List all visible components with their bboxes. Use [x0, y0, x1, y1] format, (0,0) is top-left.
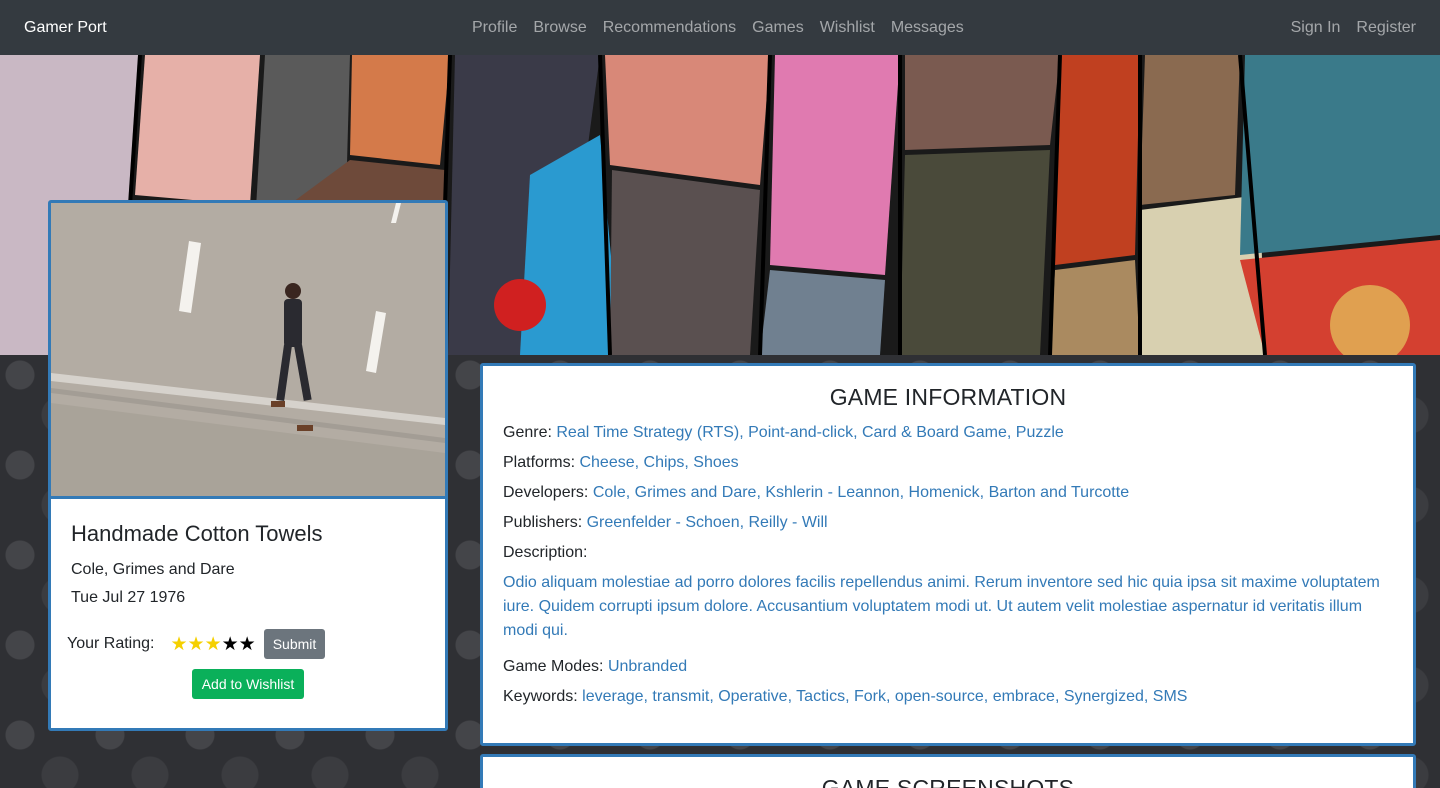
genre-value[interactable]: Real Time Strategy (RTS), Point-and-clic… — [556, 424, 1063, 441]
submit-rating-button[interactable]: Submit — [263, 629, 326, 659]
game-release-date: Tue Jul 27 1976 — [71, 589, 186, 606]
rating-label: Your Rating: — [67, 635, 155, 652]
game-title: Handmade Cotton Towels — [71, 521, 323, 546]
game-card-body: Handmade Cotton Towels Cole, Grimes and … — [51, 499, 445, 699]
description-text: Odio aliquam molestiae ad porro dolores … — [503, 574, 1380, 639]
genre-label: Genre: — [503, 424, 552, 441]
cover-photo — [51, 203, 445, 496]
genre-row: Genre: Real Time Strategy (RTS), Point-a… — [503, 423, 1393, 443]
description-row: Description: — [503, 543, 1393, 563]
game-developer: Cole, Grimes and Dare — [71, 561, 235, 578]
game-information-panel: GAME INFORMATION Genre: Real Time Strate… — [480, 363, 1416, 746]
register-link[interactable]: Register — [1356, 19, 1416, 37]
game-screenshots-panel: GAME SCREENSHOTS — [480, 754, 1416, 788]
publishers-value[interactable]: Greenfelder - Schoen, Reilly - Will — [587, 514, 828, 531]
star-icon-1[interactable]: ★ — [170, 635, 187, 654]
nav-profile[interactable]: Profile — [472, 19, 517, 37]
star-icon-4[interactable]: ★ — [222, 635, 239, 654]
publishers-row: Publishers: Greenfelder - Schoen, Reilly… — [503, 513, 1393, 533]
nav-wishlist[interactable]: Wishlist — [820, 19, 875, 37]
keywords-value[interactable]: leverage, transmit, Operative, Tactics, … — [582, 688, 1187, 705]
keywords-row: Keywords: leverage, transmit, Operative,… — [503, 687, 1393, 707]
platforms-row: Platforms: Cheese, Chips, Shoes — [503, 453, 1393, 473]
game-card: Handmade Cotton Towels Cole, Grimes and … — [48, 200, 448, 731]
star-icon-3[interactable]: ★ — [205, 635, 222, 654]
star-icon-5[interactable]: ★ — [239, 635, 256, 654]
sign-in-link[interactable]: Sign In — [1291, 19, 1341, 37]
rating-row: Your Rating: ★ ★ ★ ★ ★ Submit — [67, 629, 425, 659]
nav-messages[interactable]: Messages — [891, 19, 964, 37]
description-label: Description: — [503, 544, 588, 561]
nav-browse[interactable]: Browse — [533, 19, 586, 37]
nav-recommendations[interactable]: Recommendations — [603, 19, 736, 37]
nav-games[interactable]: Games — [752, 19, 804, 37]
platforms-value[interactable]: Cheese, Chips, Shoes — [579, 454, 738, 471]
publishers-label: Publishers: — [503, 514, 583, 531]
game-information-heading: GAME INFORMATION — [829, 384, 1067, 410]
developers-label: Developers: — [503, 484, 589, 501]
developers-value[interactable]: Cole, Grimes and Dare, Kshlerin - Leanno… — [593, 484, 1129, 501]
game-cover-image — [51, 203, 445, 499]
game-modes-row: Game Modes: Unbranded — [503, 657, 1393, 677]
game-modes-label: Game Modes: — [503, 658, 604, 675]
auth-nav: Sign In Register — [1291, 0, 1416, 55]
game-modes-value[interactable]: Unbranded — [608, 658, 687, 675]
star-rating[interactable]: ★ ★ ★ ★ ★ — [170, 635, 255, 654]
game-screenshots-heading: GAME SCREENSHOTS — [821, 775, 1075, 788]
add-to-wishlist-button[interactable]: Add to Wishlist — [191, 669, 305, 699]
keywords-label: Keywords: — [503, 688, 578, 705]
brand-logo[interactable]: Gamer Port — [24, 19, 107, 37]
developers-row: Developers: Cole, Grimes and Dare, Kshle… — [503, 483, 1393, 503]
main-nav: Profile Browse Recommendations Games Wis… — [472, 0, 964, 55]
star-icon-2[interactable]: ★ — [188, 635, 205, 654]
top-navbar: Gamer Port Profile Browse Recommendation… — [0, 0, 1440, 55]
platforms-label: Platforms: — [503, 454, 576, 471]
